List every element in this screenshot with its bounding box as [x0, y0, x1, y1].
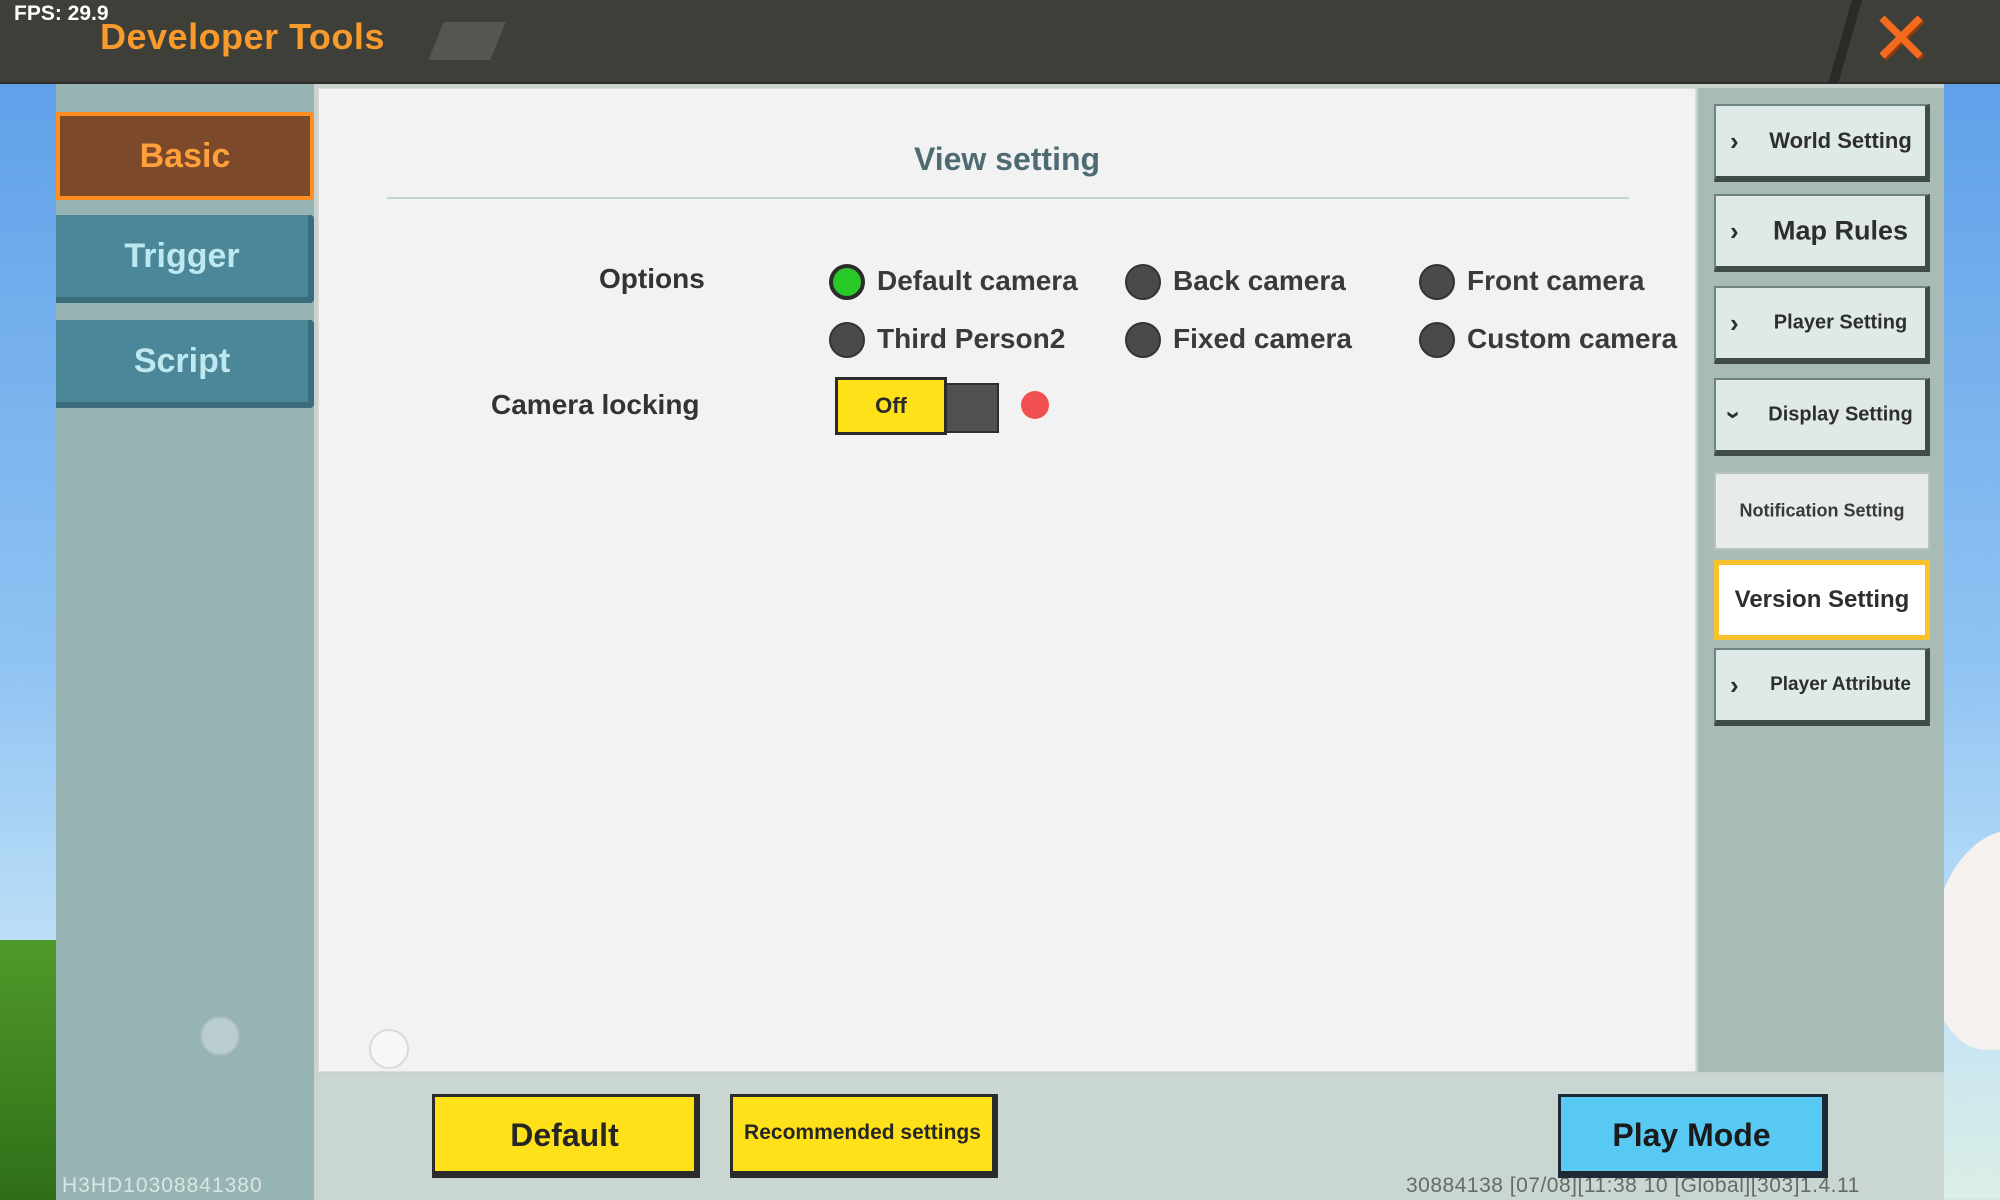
- section-title: View setting: [913, 141, 1101, 177]
- play-mode-button[interactable]: Play Mode: [1558, 1094, 1828, 1178]
- chevron-right-icon: ›: [1730, 126, 1739, 156]
- radio-label: Custom camera: [1467, 323, 1678, 354]
- camera-locking-label: Camera locking: [491, 389, 700, 420]
- radio-unselected-icon: [1419, 322, 1455, 358]
- radio-default-camera[interactable]: Default camera: [829, 261, 1089, 301]
- menu-version-setting[interactable]: Version Setting: [1714, 560, 1930, 640]
- close-divider: [1827, 0, 1863, 84]
- radio-unselected-icon: [1419, 264, 1455, 300]
- radio-unselected-icon: [829, 322, 865, 358]
- radio-label: Back camera: [1173, 265, 1346, 296]
- radio-selected-icon: [829, 264, 865, 300]
- radio-custom-camera[interactable]: Custom camera: [1419, 319, 1679, 359]
- radio-label: Front camera: [1467, 265, 1645, 296]
- device-code: H3HD10308841380: [62, 1174, 263, 1197]
- radio-label: Fixed camera: [1173, 323, 1352, 354]
- radio-fixed-camera[interactable]: Fixed camera: [1125, 319, 1365, 359]
- notification-dot: [1021, 391, 1049, 419]
- recommended-settings-button[interactable]: Recommended settings: [730, 1094, 998, 1178]
- close-x-icon: ✕: [1869, 0, 1932, 80]
- chevron-right-icon: ›: [1730, 308, 1739, 338]
- content-panel: View setting Options Default camera Back…: [318, 88, 1696, 1072]
- radio-unselected-icon: [1125, 264, 1161, 300]
- scroll-indicator-dot: [369, 1029, 409, 1069]
- menu-player-attribute[interactable]: › Player Attribute: [1714, 648, 1930, 726]
- menu-map-rules[interactable]: › Map Rules: [1714, 194, 1930, 272]
- menu-notification-setting[interactable]: Notification Setting: [1714, 472, 1930, 550]
- menu-display-setting[interactable]: › Display Setting: [1714, 378, 1930, 456]
- scroll-indicator-dot: [200, 1016, 240, 1056]
- menu-player-setting[interactable]: › Player Setting: [1714, 286, 1930, 364]
- menu-label: Map Rules: [1772, 215, 1909, 246]
- menu-label: Notification Setting: [1739, 500, 1905, 521]
- toggle-state-label: Off: [835, 377, 947, 435]
- fps-counter: FPS: 29.9: [14, 2, 109, 25]
- window-title: Developer Tools: [100, 16, 385, 57]
- default-button[interactable]: Default: [432, 1094, 700, 1178]
- radio-third-person2[interactable]: Third Person2: [829, 319, 1089, 359]
- camera-locking-toggle[interactable]: Off: [835, 377, 1001, 435]
- tab-basic[interactable]: Basic: [56, 112, 314, 200]
- title-decoration: [428, 22, 506, 60]
- menu-label: Display Setting: [1768, 403, 1913, 426]
- close-button[interactable]: ✕: [1866, 2, 1936, 76]
- chevron-down-icon: ›: [1719, 410, 1750, 420]
- tab-trigger[interactable]: Trigger: [56, 215, 314, 303]
- menu-world-setting[interactable]: › World Setting: [1714, 104, 1930, 182]
- menu-label: Version Setting: [1734, 586, 1910, 613]
- radio-back-camera[interactable]: Back camera: [1125, 261, 1365, 301]
- radio-front-camera[interactable]: Front camera: [1419, 261, 1659, 301]
- radio-label: Third Person2: [877, 323, 1066, 354]
- menu-label: World Setting: [1769, 128, 1912, 153]
- version-info: 30884138 [07/08][11:38 10 [Global][303]1…: [1406, 1174, 1860, 1197]
- options-label: Options: [599, 263, 705, 294]
- chevron-right-icon: ›: [1730, 216, 1739, 246]
- menu-label: Player Attribute: [1770, 674, 1911, 695]
- top-bar: FPS: 29.9 Developer Tools ✕: [0, 0, 2000, 84]
- chevron-right-icon: ›: [1730, 670, 1739, 700]
- radio-label: Default camera: [877, 265, 1078, 296]
- radio-unselected-icon: [1125, 322, 1161, 358]
- menu-label: Player Setting: [1773, 311, 1908, 334]
- section-divider: [387, 197, 1629, 199]
- tab-script[interactable]: Script: [56, 320, 314, 408]
